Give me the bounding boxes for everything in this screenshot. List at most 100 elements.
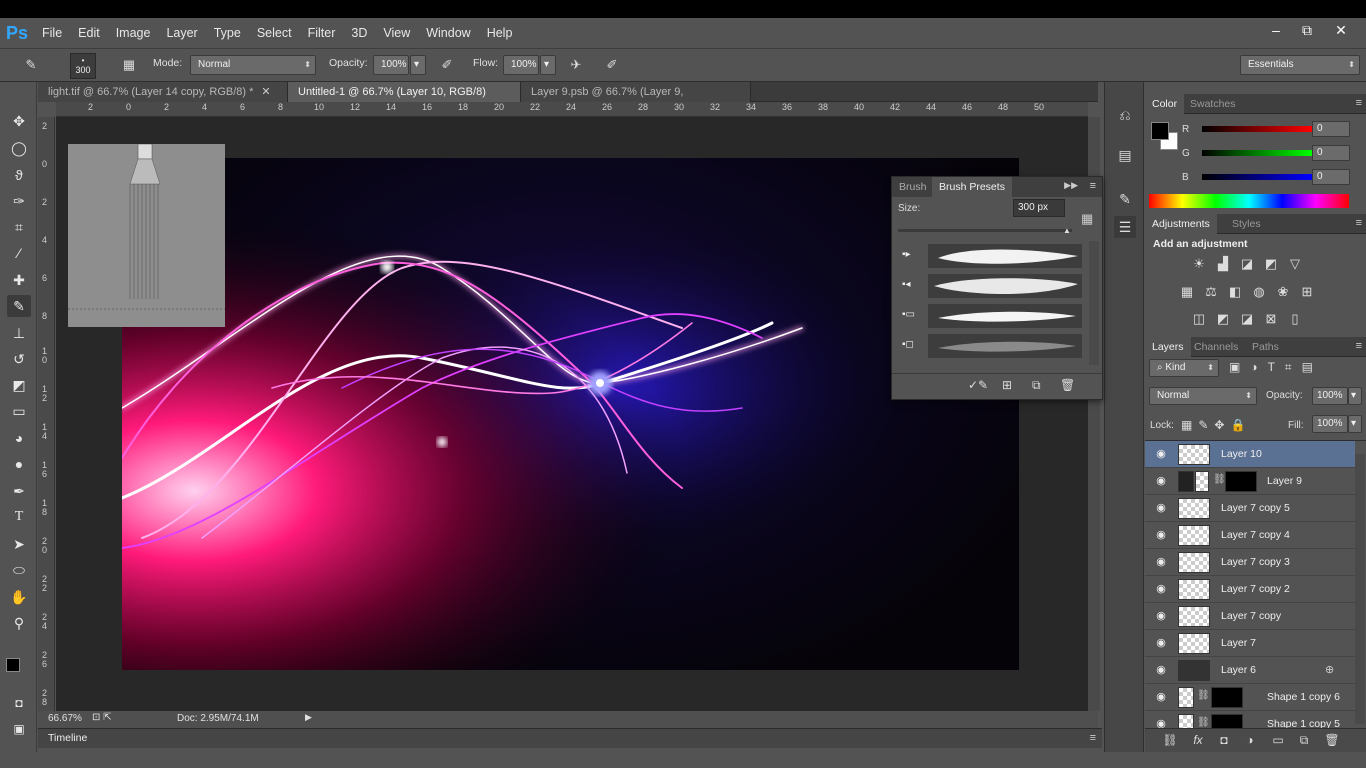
lock-icons[interactable]: ▦✎✥🔒 <box>1181 418 1251 432</box>
brush-preset-row[interactable]: ▪▸ <box>892 241 1088 271</box>
flow-input[interactable]: 100% <box>503 55 539 75</box>
green-value[interactable]: 0 <box>1312 145 1350 161</box>
quick-select-tool-icon[interactable]: ✑ <box>7 190 31 212</box>
document-canvas[interactable] <box>122 158 1019 670</box>
menu-window[interactable]: Window <box>418 18 478 48</box>
eye-icon[interactable]: ◉ <box>1154 690 1168 704</box>
proof-icon[interactable]: ⊡ ⇱ <box>92 712 112 723</box>
menu-view[interactable]: View <box>375 18 418 48</box>
close-icon[interactable]: ✕ <box>261 86 270 98</box>
gradient-map-icon[interactable]: ▯ <box>1285 309 1305 329</box>
layer-opacity-dropdown[interactable]: ▾ <box>1348 387 1362 405</box>
crop-tool-icon[interactable]: ⌗ <box>7 216 31 238</box>
ellipse-tool-icon[interactable]: ⬭ <box>7 559 31 581</box>
fill-input[interactable]: 100% <box>1312 415 1348 433</box>
link-icon[interactable]: ⛓ <box>1213 474 1226 485</box>
blue-value[interactable]: 0 <box>1312 169 1350 185</box>
eye-icon[interactable]: ◉ <box>1154 528 1168 542</box>
panel-menu-icon[interactable]: ≡ <box>1090 180 1096 192</box>
tab-brush[interactable]: Brush <box>892 177 933 197</box>
eyedropper-tool-icon[interactable]: ⁄ <box>7 242 31 264</box>
hand-tool-icon[interactable]: ✋ <box>7 586 31 608</box>
eye-icon[interactable]: ◉ <box>1154 555 1168 569</box>
foreground-color-swatch[interactable] <box>1151 122 1169 140</box>
layer-row[interactable]: ◉ Layer 7 copy 4 <box>1145 522 1355 549</box>
layer-row[interactable]: ◉ Layer 7 copy 5 <box>1145 495 1355 522</box>
eye-icon[interactable]: ◉ <box>1154 663 1168 677</box>
photo-filter-icon[interactable]: ◍ <box>1249 282 1269 302</box>
green-track[interactable] <box>1202 150 1312 156</box>
panel-menu-icon[interactable]: ≡ <box>1356 97 1362 109</box>
exposure-icon[interactable]: ◩ <box>1261 254 1281 274</box>
restore-button[interactable]: ⧉ <box>1288 18 1326 42</box>
foreground-color-swatch[interactable] <box>6 658 20 672</box>
link-icon[interactable]: ⛓ <box>1197 690 1210 701</box>
layer-name[interactable]: Layer 7 copy <box>1221 610 1281 622</box>
layer-opacity-input[interactable]: 100% <box>1312 387 1348 405</box>
eye-icon[interactable]: ◉ <box>1154 636 1168 650</box>
flow-dropdown[interactable]: ▾ <box>540 55 556 75</box>
brush-tool-icon[interactable]: ✎ <box>7 295 31 317</box>
grid-icon[interactable]: ⊞ <box>1002 378 1012 392</box>
gradient-tool-icon[interactable]: ▭ <box>7 400 31 422</box>
hue-saturation-icon[interactable]: ▦ <box>1177 282 1197 302</box>
blur-tool-icon[interactable]: ◕ <box>7 427 31 449</box>
healing-brush-tool-icon[interactable]: ✚ <box>7 269 31 291</box>
status-menu-arrow-icon[interactable]: ▶ <box>305 712 312 723</box>
preset-list-scrollbar[interactable] <box>1089 241 1099 365</box>
layer-name[interactable]: Layer 7 copy 3 <box>1221 556 1290 568</box>
tab-layer-9-psb[interactable]: Layer 9.psb @ 66.7% (Layer 9, RGB/8)✕ <box>521 82 751 118</box>
layer-filter-select[interactable]: ⌕ Kind ⬍ <box>1149 359 1219 377</box>
tab-styles[interactable]: Styles <box>1225 214 1268 234</box>
move-tool-icon[interactable]: ✥ <box>7 110 31 132</box>
black-white-icon[interactable]: ◧ <box>1225 282 1245 302</box>
brush-preset-row[interactable]: ▪▭ <box>892 301 1088 331</box>
vibrance-icon[interactable]: ▽ <box>1285 254 1305 274</box>
red-value[interactable]: 0 <box>1312 121 1350 137</box>
color-spectrum[interactable] <box>1149 194 1349 208</box>
fx-icon[interactable]: fx <box>1189 733 1207 749</box>
tab-swatches[interactable]: Swatches <box>1183 94 1243 114</box>
layer-filter-icons[interactable]: ▣◑T⌗▤ <box>1229 360 1323 375</box>
levels-icon[interactable]: ▟ <box>1213 254 1233 274</box>
layer-row[interactable]: ◉ Layer 10 <box>1145 441 1355 468</box>
tab-brush-presets[interactable]: Brush Presets <box>932 177 1012 197</box>
channel-mixer-icon[interactable]: ❀ <box>1273 282 1293 302</box>
layer-row[interactable]: ◉ Layer 7 copy 2 <box>1145 576 1355 603</box>
menu-help[interactable]: Help <box>479 18 521 48</box>
menu-edit[interactable]: Edit <box>70 18 108 48</box>
zoom-tool-icon[interactable]: ⚲ <box>7 612 31 634</box>
green-slider[interactable]: G 0 <box>1182 145 1350 162</box>
size-slider[interactable] <box>898 229 1072 232</box>
layer-name[interactable]: Layer 7 copy 4 <box>1221 529 1290 541</box>
size-input[interactable]: 300 px <box>1013 199 1065 217</box>
tab-untitled-1[interactable]: Untitled-1 @ 66.7% (Layer 10, RGB/8) *✕ <box>288 82 521 118</box>
tab-light-tif[interactable]: light.tif @ 66.7% (Layer 14 copy, RGB/8)… <box>38 82 288 102</box>
link-layers-icon[interactable]: ⛓ <box>1161 733 1179 749</box>
screen-mode-icon[interactable]: ▣ <box>7 718 31 740</box>
layer-mask-thumbnail[interactable] <box>1225 471 1257 492</box>
pressure-opacity-icon[interactable]: ✐ <box>436 55 458 75</box>
adjustment-layer-icon[interactable]: ◑ <box>1241 733 1259 749</box>
menu-select[interactable]: Select <box>249 18 300 48</box>
fill-dropdown[interactable]: ▾ <box>1348 415 1362 433</box>
path-select-tool-icon[interactable]: ➤ <box>7 533 31 555</box>
menu-layer[interactable]: Layer <box>158 18 205 48</box>
color-lookup-icon[interactable]: ⊞ <box>1297 282 1317 302</box>
brush-tool-icon[interactable]: ✎ <box>20 55 42 75</box>
clone-stamp-tool-icon[interactable]: ⊥ <box>7 322 31 344</box>
layer-row[interactable]: ◉ Layer 6 ⊕ <box>1145 657 1355 684</box>
airbrush-icon[interactable]: ✈ <box>565 55 587 75</box>
new-preset-icon[interactable]: ▦ <box>1081 211 1093 227</box>
collapse-icon[interactable]: ▶▶ <box>1064 180 1078 191</box>
eye-icon[interactable]: ◉ <box>1154 609 1168 623</box>
tab-paths[interactable]: Paths <box>1245 337 1286 357</box>
add-mask-icon[interactable]: ◘ <box>1215 733 1233 749</box>
trash-icon[interactable]: 🗑 <box>1323 733 1341 749</box>
mode-select[interactable]: Normal ⬍ <box>190 55 316 75</box>
layer-name[interactable]: Layer 7 <box>1221 637 1256 649</box>
brush-preset-row[interactable]: ▪◂ <box>892 271 1088 301</box>
tab-color[interactable]: Color <box>1145 94 1185 114</box>
menu-file[interactable]: File <box>34 18 70 48</box>
lasso-tool-icon[interactable]: ϑ <box>7 164 31 186</box>
